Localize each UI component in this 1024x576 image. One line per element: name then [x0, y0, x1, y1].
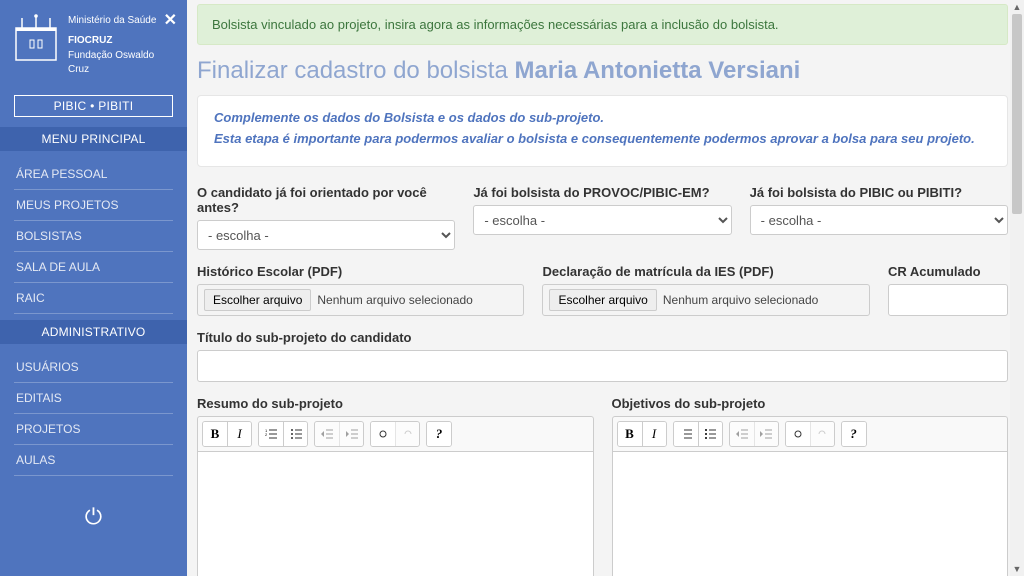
- italic-icon[interactable]: I: [642, 422, 666, 446]
- bold-icon[interactable]: B: [203, 422, 227, 446]
- title-prefix: Finalizar cadastro do bolsista: [197, 57, 514, 84]
- sidebar-item-raic[interactable]: RAIC: [14, 283, 173, 314]
- ul-icon[interactable]: [698, 422, 722, 446]
- sidebar-item-meus-projetos[interactable]: MEUS PROJETOS: [14, 190, 173, 221]
- objetivos-toolbar: BI ?: [612, 416, 1009, 451]
- ol-icon[interactable]: 12: [259, 422, 283, 446]
- sidebar-item-bolsistas[interactable]: BOLSISTAS: [14, 221, 173, 252]
- unlink-icon[interactable]: [810, 422, 834, 446]
- sidebar-item-projetos[interactable]: PROJETOS: [14, 414, 173, 445]
- resumo-toolbar: BI 12 ?: [197, 416, 594, 451]
- declaracao-file-text: Nenhum arquivo selecionado: [663, 293, 818, 307]
- main-content: Bolsista vinculado ao projeto, insira ag…: [187, 0, 1024, 576]
- declaracao-file-wrap: Escolher arquivo Nenhum arquivo selecion…: [542, 284, 869, 316]
- vertical-scrollbar[interactable]: ▲ ▼: [1010, 0, 1024, 576]
- link-icon[interactable]: [786, 422, 810, 446]
- power-icon[interactable]: ⏻: [0, 504, 187, 530]
- objetivos-editor[interactable]: [612, 451, 1009, 576]
- historico-file-wrap: Escolher arquivo Nenhum arquivo selecion…: [197, 284, 524, 316]
- success-alert: Bolsista vinculado ao projeto, insira ag…: [197, 4, 1008, 45]
- scroll-up-icon[interactable]: ▲: [1010, 0, 1024, 14]
- q3-label: Já foi bolsista do PIBIC ou PIBITI?: [750, 185, 1008, 200]
- logo-area: Ministério da Saúde FIOCRUZ Fundação Osw…: [0, 0, 187, 87]
- sidebar-item-sala-de-aula[interactable]: SALA DE AULA: [14, 252, 173, 283]
- ol-icon[interactable]: [674, 422, 698, 446]
- close-icon[interactable]: ✕: [164, 10, 177, 30]
- outdent-icon[interactable]: [730, 422, 754, 446]
- historico-label: Histórico Escolar (PDF): [197, 264, 524, 279]
- ul-icon[interactable]: [283, 422, 307, 446]
- info-line-2: Esta etapa é importante para podermos av…: [214, 131, 991, 146]
- org2-label: Fundação Oswaldo Cruz: [68, 49, 173, 77]
- fiocruz-logo-icon: [14, 14, 58, 62]
- declaracao-file-button[interactable]: Escolher arquivo: [549, 289, 656, 311]
- menu-section-principal: MENU PRINCIPAL: [0, 127, 187, 151]
- info-line-1: Complemente os dados do Bolsista e os da…: [214, 110, 991, 125]
- menu-section-administrativo: ADMINISTRATIVO: [0, 320, 187, 344]
- org1-label: FIOCRUZ: [68, 34, 173, 48]
- titulo-input[interactable]: [197, 350, 1008, 382]
- titulo-label: Título do sub-projeto do candidato: [197, 330, 1008, 345]
- sidebar-item-usuarios[interactable]: USUÁRIOS: [14, 352, 173, 383]
- q2-select[interactable]: - escolha -: [473, 205, 731, 235]
- q1-select[interactable]: - escolha -: [197, 220, 455, 250]
- title-name: Maria Antonietta Versiani: [514, 57, 800, 84]
- sidebar-item-editais[interactable]: EDITAIS: [14, 383, 173, 414]
- scroll-down-icon[interactable]: ▼: [1010, 562, 1024, 576]
- resumo-editor[interactable]: [197, 451, 594, 576]
- info-box: Complemente os dados do Bolsista e os da…: [197, 95, 1008, 167]
- historico-file-text: Nenhum arquivo selecionado: [317, 293, 472, 307]
- resumo-label: Resumo do sub-projeto: [197, 396, 594, 411]
- q1-label: O candidato já foi orientado por você an…: [197, 185, 455, 215]
- historico-file-button[interactable]: Escolher arquivo: [204, 289, 311, 311]
- sidebar: ✕ Ministério da Saúde FIOCRUZ Fundação O…: [0, 0, 187, 576]
- cr-label: CR Acumulado: [888, 264, 1008, 279]
- scroll-thumb[interactable]: [1012, 14, 1022, 214]
- declaracao-label: Declaração de matrícula da IES (PDF): [542, 264, 869, 279]
- indent-icon[interactable]: [754, 422, 778, 446]
- cr-input[interactable]: [888, 284, 1008, 316]
- indent-icon[interactable]: [339, 422, 363, 446]
- italic-icon[interactable]: I: [227, 422, 251, 446]
- q2-label: Já foi bolsista do PROVOC/PIBIC-EM?: [473, 185, 731, 200]
- program-badge: PIBIC • PIBITI: [14, 95, 173, 117]
- objetivos-label: Objetivos do sub-projeto: [612, 396, 1009, 411]
- q3-select[interactable]: - escolha -: [750, 205, 1008, 235]
- link-icon[interactable]: [371, 422, 395, 446]
- sidebar-item-area-pessoal[interactable]: ÁREA PESSOAL: [14, 159, 173, 190]
- page-title: Finalizar cadastro do bolsista Maria Ant…: [197, 57, 1008, 85]
- bold-icon[interactable]: B: [618, 422, 642, 446]
- sidebar-item-aulas[interactable]: AULAS: [14, 445, 173, 476]
- svg-text:2: 2: [265, 432, 268, 437]
- unlink-icon[interactable]: [395, 422, 419, 446]
- ministry-label: Ministério da Saúde: [68, 14, 173, 28]
- help-icon[interactable]: ?: [427, 422, 451, 446]
- outdent-icon[interactable]: [315, 422, 339, 446]
- help-icon[interactable]: ?: [842, 422, 866, 446]
